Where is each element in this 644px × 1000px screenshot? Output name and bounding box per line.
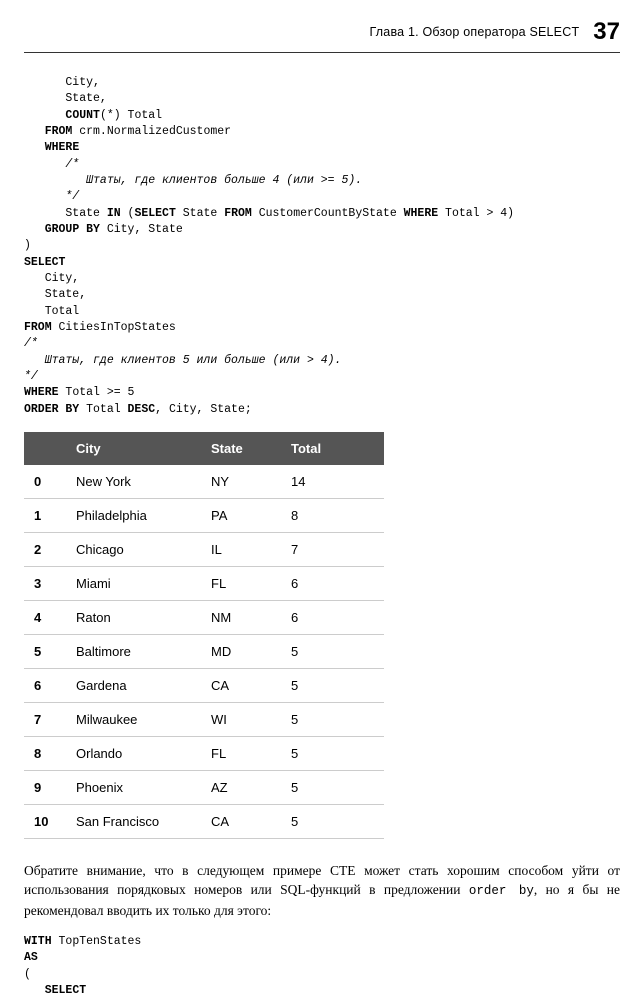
cell-city: New York (66, 465, 201, 499)
table-row: 9PhoenixAZ5 (24, 770, 384, 804)
cell-total: 5 (281, 770, 384, 804)
cell-city: Raton (66, 600, 201, 634)
table-row: 10San FranciscoCA5 (24, 804, 384, 838)
cell-city: Miami (66, 566, 201, 600)
cell-total: 5 (281, 634, 384, 668)
cell-city: Chicago (66, 532, 201, 566)
cell-state: PA (201, 498, 281, 532)
cell-index: 4 (24, 600, 66, 634)
cell-total: 5 (281, 668, 384, 702)
cell-state: FL (201, 736, 281, 770)
cell-state: CA (201, 804, 281, 838)
table-row: 5BaltimoreMD5 (24, 634, 384, 668)
col-state: State (201, 432, 281, 465)
cell-index: 5 (24, 634, 66, 668)
table-body: 0New YorkNY141PhiladelphiaPA82ChicagoIL7… (24, 465, 384, 839)
cell-index: 3 (24, 566, 66, 600)
body-paragraph: Обратите внимание, что в следующем приме… (24, 861, 620, 920)
table-row: 4RatonNM6 (24, 600, 384, 634)
table-row: 8OrlandoFL5 (24, 736, 384, 770)
sql-code-block-2: WITH TopTenStates AS ( SELECT (24, 934, 620, 999)
cell-state: MD (201, 634, 281, 668)
cell-city: Phoenix (66, 770, 201, 804)
cell-state: NM (201, 600, 281, 634)
col-city: City (66, 432, 201, 465)
cell-index: 0 (24, 465, 66, 499)
cell-state: NY (201, 465, 281, 499)
cell-city: Milwaukee (66, 702, 201, 736)
page-header: Глава 1. Обзор оператора SELECT 37 (24, 18, 620, 53)
cell-state: AZ (201, 770, 281, 804)
cell-index: 7 (24, 702, 66, 736)
col-index (24, 432, 66, 465)
chapter-title: Глава 1. Обзор оператора SELECT (370, 25, 580, 39)
cell-city: Philadelphia (66, 498, 201, 532)
cell-city: Baltimore (66, 634, 201, 668)
cell-total: 5 (281, 804, 384, 838)
table-header-row: City State Total (24, 432, 384, 465)
result-table: City State Total 0New YorkNY141Philadelp… (24, 432, 384, 839)
cell-index: 8 (24, 736, 66, 770)
cell-index: 2 (24, 532, 66, 566)
cell-state: FL (201, 566, 281, 600)
cell-total: 7 (281, 532, 384, 566)
cell-state: IL (201, 532, 281, 566)
table-row: 2ChicagoIL7 (24, 532, 384, 566)
cell-index: 9 (24, 770, 66, 804)
table-row: 1PhiladelphiaPA8 (24, 498, 384, 532)
cell-total: 5 (281, 702, 384, 736)
table-row: 7MilwaukeeWI5 (24, 702, 384, 736)
cell-total: 6 (281, 600, 384, 634)
page-number: 37 (593, 18, 620, 46)
cell-state: WI (201, 702, 281, 736)
sql-code-block-1: City, State, COUNT(*) Total FROM crm.Nor… (24, 75, 620, 418)
table-row: 3MiamiFL6 (24, 566, 384, 600)
cell-total: 8 (281, 498, 384, 532)
cell-city: Orlando (66, 736, 201, 770)
cell-state: CA (201, 668, 281, 702)
cell-city: San Francisco (66, 804, 201, 838)
cell-city: Gardena (66, 668, 201, 702)
table-row: 6GardenaCA5 (24, 668, 384, 702)
cell-index: 10 (24, 804, 66, 838)
cell-index: 1 (24, 498, 66, 532)
cell-total: 5 (281, 736, 384, 770)
cell-total: 14 (281, 465, 384, 499)
cell-index: 6 (24, 668, 66, 702)
cell-total: 6 (281, 566, 384, 600)
col-total: Total (281, 432, 384, 465)
table-row: 0New YorkNY14 (24, 465, 384, 499)
